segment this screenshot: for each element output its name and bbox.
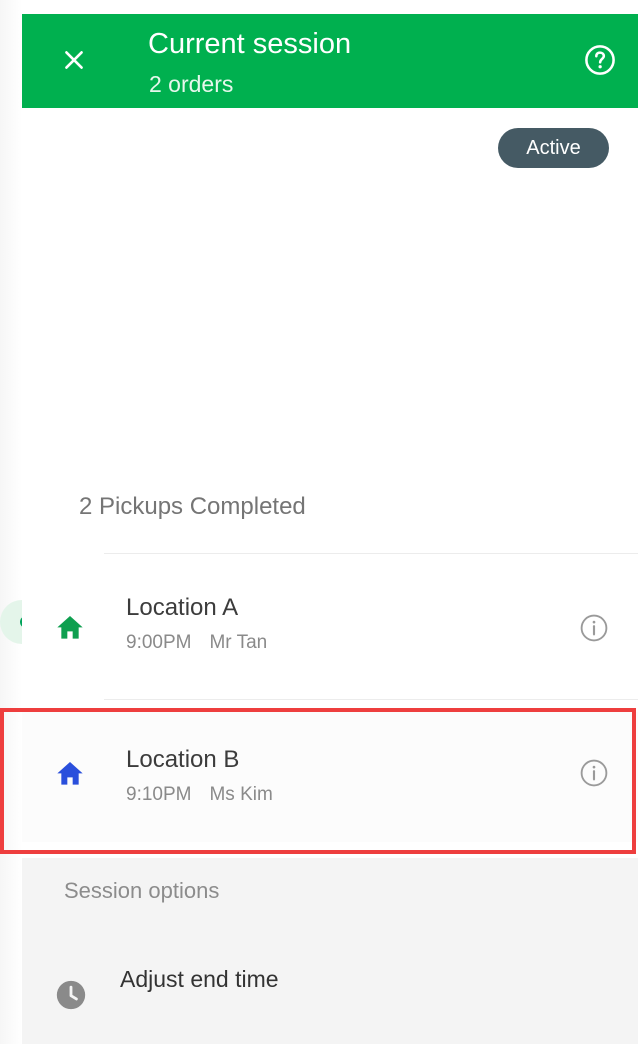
session-options-header: Session options [64,878,220,903]
pickups-header: 2 Pickups Completed [79,493,306,520]
close-button[interactable] [56,42,92,78]
location-name: Location B [126,746,240,773]
app-bar: Current session 2 orders [22,14,638,108]
pickup-time: 9:00PM [126,632,192,653]
option-label: Adjust end time [120,966,279,992]
pickup-row-location-b[interactable]: Location B 9:10PM Ms Kim [22,712,638,842]
session-options: Session options Adjust end time [22,858,638,1044]
map-area[interactable] [22,170,638,480]
close-icon [65,51,83,69]
location-meta: 9:10PM Ms Kim [126,784,273,806]
contact-name: Mr Tan [209,632,268,653]
adjust-end-time-option[interactable]: Adjust end time [22,948,638,1028]
home-icon [57,762,83,785]
status-badge: Active [498,128,609,168]
pickup-row-location-a[interactable]: Location A 9:00PM Mr Tan [22,560,638,690]
info-icon[interactable] [578,612,610,644]
pickup-time: 9:10PM [126,784,192,805]
help-button[interactable] [582,42,618,78]
info-icon[interactable] [578,757,610,789]
contact-name: Ms Kim [209,784,273,805]
location-meta: 9:00PM Mr Tan [126,632,267,654]
help-icon [585,45,615,75]
page-title: Current session [148,28,352,60]
order-count: 2 orders [149,71,234,97]
divider [104,553,638,554]
left-edge [0,0,22,1044]
clock-icon [56,980,86,1010]
location-name: Location A [126,594,239,621]
divider [104,699,638,700]
screen: Current session 2 orders Active 2 Pickup… [0,0,638,1044]
home-icon [57,616,83,639]
